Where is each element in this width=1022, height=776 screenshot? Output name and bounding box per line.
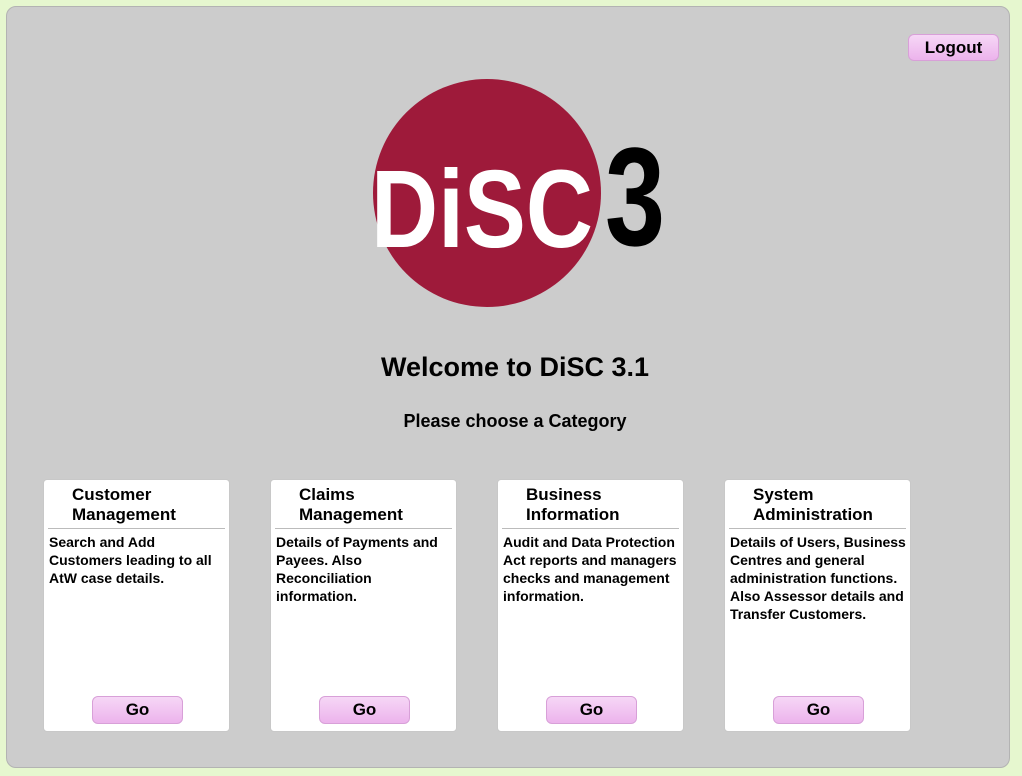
card-title-line2: Management	[72, 505, 176, 524]
page-background: Logout DiSC 3 Welcome to DiSC 3.1 Please…	[0, 0, 1022, 776]
logo-text: DiSC	[371, 148, 593, 271]
card-title-line1: Claims	[299, 485, 355, 504]
logo-number: 3	[605, 118, 665, 275]
category-card-claims-management: Claims Management Details of Payments an…	[270, 479, 457, 732]
card-description: Details of Users, Business Centres and g…	[730, 534, 906, 622]
go-button-claims-management[interactable]: Go	[319, 696, 410, 724]
card-title-line1: System	[753, 485, 814, 504]
logout-button[interactable]: Logout	[908, 34, 999, 61]
welcome-heading: Welcome to DiSC 3.1	[380, 352, 650, 382]
card-description: Audit and Data Protection Act reports an…	[503, 534, 677, 604]
card-description: Details of Payments and Payees. Also Rec…	[276, 534, 438, 604]
card-divider	[48, 528, 225, 529]
card-divider	[729, 528, 906, 529]
category-card-business-information: Business Information Audit and Data Prot…	[497, 479, 684, 732]
category-card-customer-management: Customer Management Search and Add Custo…	[43, 479, 230, 732]
card-divider	[502, 528, 679, 529]
go-button-business-information[interactable]: Go	[546, 696, 637, 724]
card-title: Customer Management	[44, 485, 229, 525]
card-title-line1: Business	[526, 485, 602, 504]
go-button-system-administration[interactable]: Go	[773, 696, 864, 724]
card-title-line2: Management	[299, 505, 403, 524]
card-title: System Administration	[725, 485, 910, 525]
go-button-customer-management[interactable]: Go	[92, 696, 183, 724]
main-panel: Logout DiSC 3 Welcome to DiSC 3.1 Please…	[6, 6, 1010, 768]
card-divider	[275, 528, 452, 529]
category-card-system-administration: System Administration Details of Users, …	[724, 479, 911, 732]
category-prompt: Please choose a Category	[403, 411, 627, 431]
card-title: Claims Management	[271, 485, 456, 525]
card-description: Search and Add Customers leading to all …	[49, 534, 212, 586]
card-title-line1: Customer	[72, 485, 152, 504]
card-title-line2: Administration	[753, 505, 873, 524]
card-title-line2: Information	[526, 505, 620, 524]
card-title: Business Information	[498, 485, 683, 525]
disc3-logo: DiSC 3	[371, 79, 665, 307]
